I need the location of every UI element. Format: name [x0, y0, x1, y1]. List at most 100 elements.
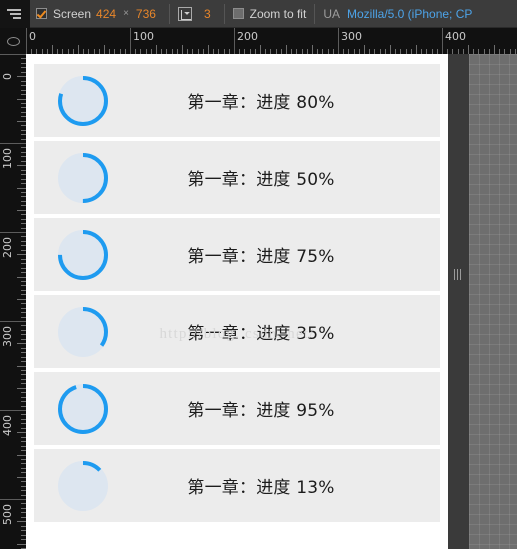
- ruler-tick: [130, 28, 131, 54]
- progress-ring: [56, 382, 110, 436]
- ruler-tick: [182, 45, 183, 54]
- ruler-label: 400: [1, 415, 14, 436]
- ruler-tick: [0, 232, 26, 233]
- ruler-tick: [442, 28, 443, 54]
- ruler-tick: [17, 521, 26, 522]
- ruler-tick: [17, 121, 26, 122]
- ruler-label: 300: [1, 326, 14, 347]
- screen-label: Screen: [53, 6, 92, 21]
- dimension-separator: ×: [123, 8, 129, 19]
- ruler-label: 500: [1, 504, 14, 525]
- progress-row[interactable]: 第一章：进度 75%: [34, 218, 440, 291]
- rotate-device-icon[interactable]: [177, 6, 192, 21]
- viewport-resize-gutter[interactable]: [448, 54, 469, 549]
- ruler-tick: [17, 165, 26, 166]
- ruler-tick: [26, 28, 27, 54]
- toolbar-divider-2: [223, 3, 225, 24]
- ruler-tick: [0, 499, 26, 500]
- ruler-tick: [17, 99, 26, 100]
- device-emulation-window: Screen 424 × 736 3 Zoom to fit UA Mozill…: [0, 0, 517, 549]
- ruler-tick: [156, 45, 157, 54]
- zoom-to-fit-label: Zoom to fit: [249, 6, 307, 21]
- ruler-tick: [468, 45, 469, 54]
- chapter-progress-list: 第一章：进度 80% 第一章：进度 50% 第一章：进度 75% 第一章：进度 35%…: [26, 54, 448, 522]
- ruler-origin-icon: [6, 36, 20, 46]
- ruler-label: 300: [341, 30, 362, 43]
- progress-ring: [56, 151, 110, 205]
- ruler-corner: [0, 28, 26, 54]
- ruler-tick: [286, 45, 287, 54]
- ruler-tick: [17, 388, 26, 389]
- ruler-tick: [0, 54, 26, 55]
- ruler-tick: [17, 210, 26, 211]
- progress-row-label: 第一章：进度 95%: [187, 401, 335, 421]
- responsive-bars-icon: [7, 8, 23, 20]
- screen-width-input[interactable]: 424: [96, 7, 116, 21]
- user-agent-label: UA: [323, 6, 340, 21]
- toolbar-divider-3: [314, 3, 316, 24]
- toolbar-divider-1: [168, 3, 170, 24]
- progress-ring: [56, 228, 110, 282]
- ruler-tick: [52, 45, 53, 54]
- ruler-label: 400: [445, 30, 466, 43]
- dpr-group: 3: [172, 0, 222, 28]
- ruler-tick: [17, 299, 26, 300]
- user-agent-value[interactable]: Mozilla/5.0 (iPhone; CP: [347, 7, 472, 21]
- device-pixel-ratio-input[interactable]: 3: [204, 7, 211, 21]
- ruler-tick: [78, 45, 79, 54]
- progress-row[interactable]: 第一章：进度 13%: [34, 449, 440, 522]
- ruler-tick: [17, 455, 26, 456]
- progress-row[interactable]: 第一章：进度 50%: [34, 141, 440, 214]
- progress-row[interactable]: 第一章：进度 35%: [34, 295, 440, 368]
- screen-size-group: Screen 424 × 736: [30, 0, 167, 28]
- ruler-tick: [234, 28, 235, 54]
- ruler-tick: [338, 28, 339, 54]
- ruler-label: 100: [133, 30, 154, 43]
- ruler-tick: [17, 544, 26, 545]
- ruler-tick: [17, 432, 26, 433]
- ruler-label: 200: [1, 237, 14, 258]
- ruler-tick: [17, 188, 26, 189]
- ruler-tick: [17, 343, 26, 344]
- progress-row[interactable]: 第一章：进度 95%: [34, 372, 440, 445]
- ruler-tick: [494, 45, 495, 54]
- ruler-tick: [17, 277, 26, 278]
- zoom-to-fit-group[interactable]: Zoom to fit: [227, 0, 313, 28]
- device-viewport[interactable]: 第一章：进度 80% 第一章：进度 50% 第一章：进度 75% 第一章：进度 35%…: [26, 54, 448, 549]
- ruler-tick: [0, 321, 26, 322]
- ruler-tick: [260, 45, 261, 54]
- progress-row-label: 第一章：进度 13%: [187, 478, 335, 498]
- emulation-background: [469, 54, 517, 549]
- drag-handle-icon[interactable]: [454, 268, 463, 280]
- vertical-ruler[interactable]: 0 100 200 300 400 500: [0, 54, 26, 549]
- ruler-tick: [104, 45, 105, 54]
- ruler-tick: [0, 143, 26, 144]
- ruler-tick: [17, 477, 26, 478]
- ruler-tick: [312, 45, 313, 54]
- device-toolbar: Screen 424 × 736 3 Zoom to fit UA Mozill…: [0, 0, 517, 28]
- ruler-tick: [17, 76, 26, 77]
- progress-ring: [56, 305, 110, 359]
- progress-row-label: 第一章：进度 75%: [187, 247, 335, 267]
- progress-row[interactable]: 第一章：进度 80%: [34, 64, 440, 137]
- ruler-tick: [416, 45, 417, 54]
- screen-height-input[interactable]: 736: [136, 7, 156, 21]
- horizontal-ruler[interactable]: 0 100 200 300 400: [26, 28, 517, 54]
- user-agent-group: UA Mozilla/5.0 (iPhone; CP: [317, 0, 478, 28]
- progress-row-label: 第一章：进度 35%: [187, 324, 335, 344]
- ruler-tick: [208, 45, 209, 54]
- screen-checkbox[interactable]: [36, 8, 47, 19]
- ruler-tick: [364, 45, 365, 54]
- ruler-label: 200: [237, 30, 258, 43]
- progress-row-label: 第一章：进度 50%: [187, 170, 335, 190]
- ruler-label: 0: [1, 73, 14, 80]
- progress-ring: [56, 459, 110, 513]
- ruler-tick: [0, 410, 26, 411]
- ruler-label: 100: [1, 148, 14, 169]
- zoom-to-fit-checkbox[interactable]: [232, 8, 244, 19]
- responsive-mode-button[interactable]: [0, 0, 30, 28]
- progress-ring: [56, 74, 110, 128]
- ruler-label: 0: [29, 30, 36, 43]
- ruler-tick: [17, 366, 26, 367]
- ruler-tick: [390, 45, 391, 54]
